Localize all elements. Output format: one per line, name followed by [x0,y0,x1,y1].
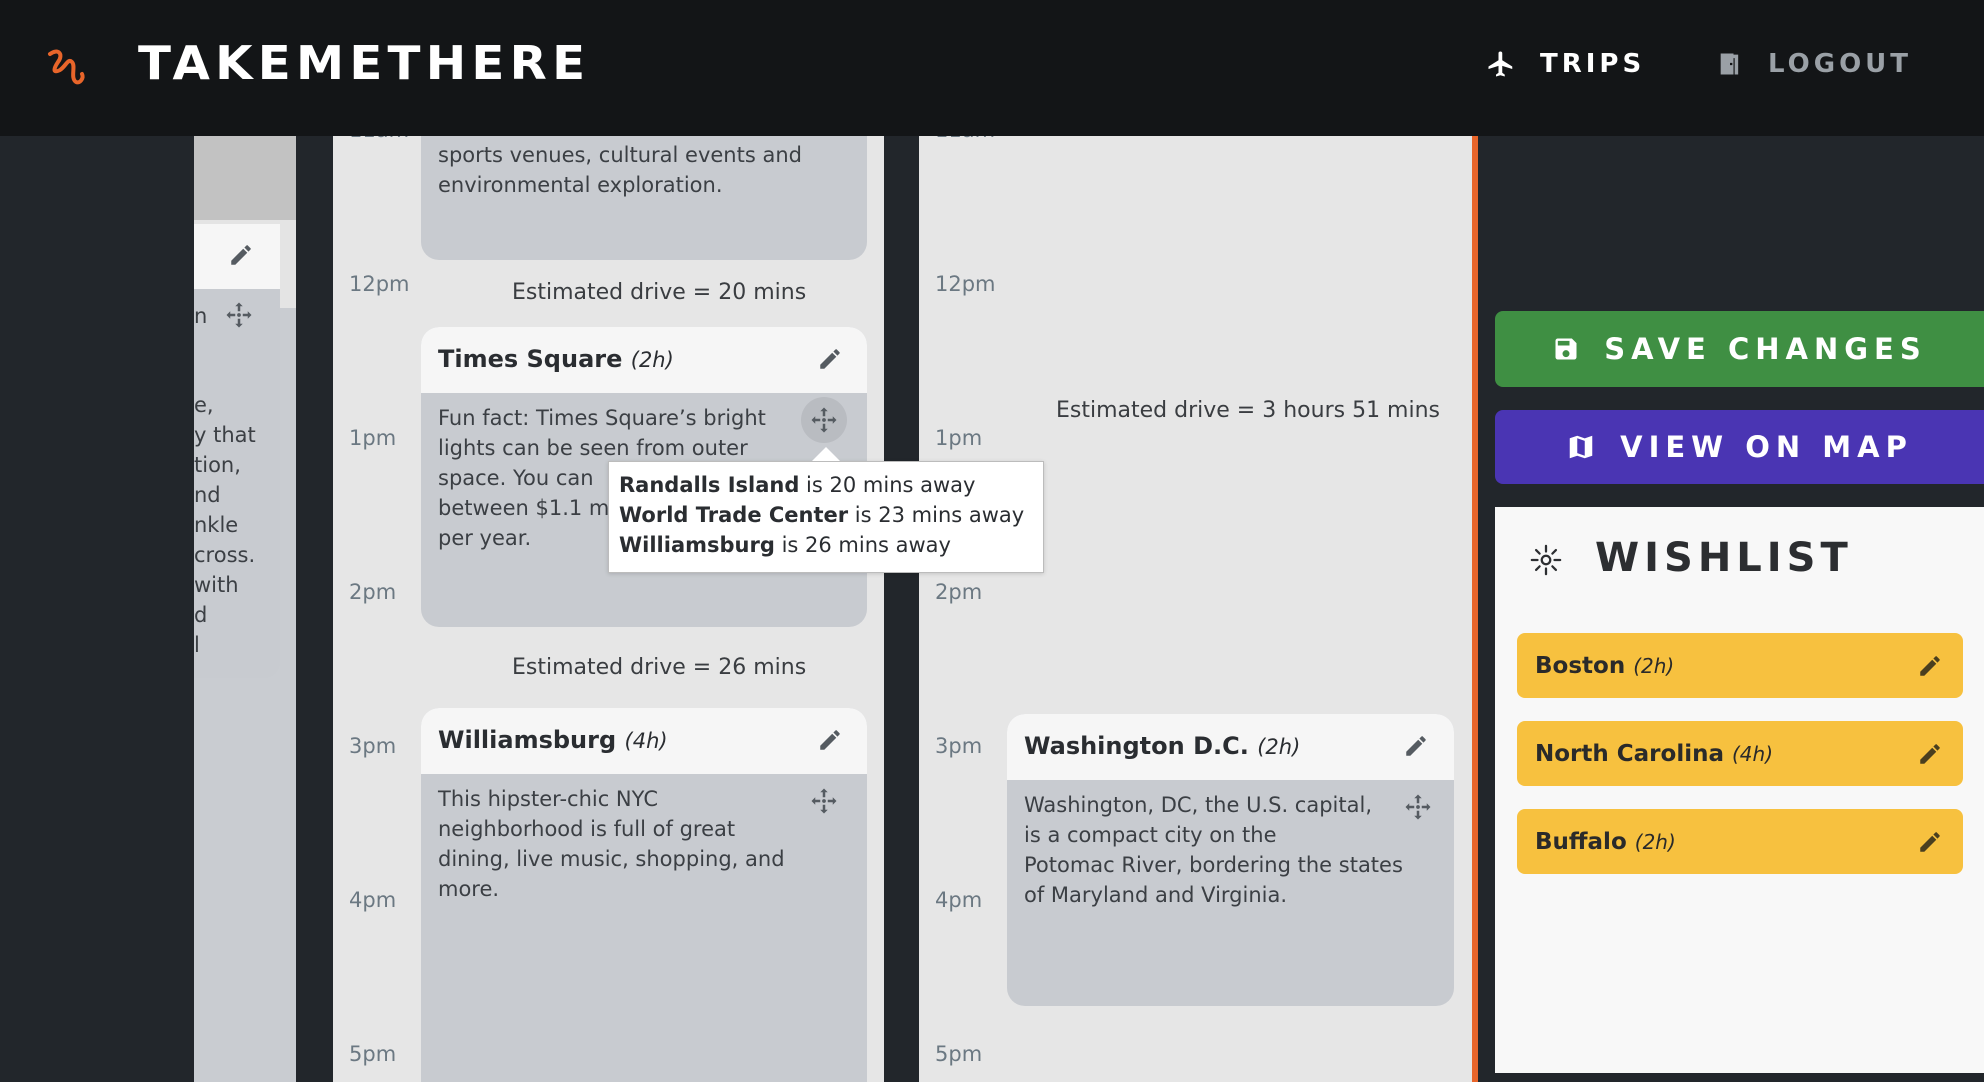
edit-pencil-icon[interactable] [228,242,254,268]
save-changes-button[interactable]: SAVE CHANGES [1495,311,1984,387]
time-label-11am: 11am [349,136,409,142]
wishlist-item-buffalo[interactable]: Buffalo (2h) [1517,809,1963,874]
save-changes-label: SAVE CHANGES [1604,332,1927,366]
time-label-2pm: 2pm [349,580,397,604]
time-label-4pm: 4pm [349,888,397,912]
time-label-1pm: 1pm [349,426,397,450]
time-label-3pm: 3pm [935,734,983,758]
tooltip-row: World Trade Center is 23 mins away [619,503,1025,527]
card-header [194,224,280,289]
partial-activity-card[interactable]: n e, y that tion, nd nkle cross. with d … [194,224,280,678]
airplane-icon [1488,51,1513,77]
nav-trips-label: TRIPS [1540,49,1646,79]
time-label-1pm: 1pm [935,426,983,450]
top-navbar: TAKEMETHERE TRIPS LOGOUT [0,0,1984,136]
view-on-map-button[interactable]: VIEW ON MAP [1495,410,1984,484]
nearby-places-tooltip: Randalls Island is 20 mins away World Tr… [608,461,1044,573]
day-column-2: 11am 12pm 1pm 2pm 3pm 4pm 5pm Estimated … [919,136,1472,1082]
time-label-3pm: 3pm [349,734,397,758]
card-header: Washington D.C. (2h) [1007,714,1454,780]
card-header: Williamsburg (4h) [421,708,867,774]
nav-trips[interactable]: TRIPS [1486,44,1645,84]
view-on-map-label: VIEW ON MAP [1620,430,1913,464]
move-icon[interactable] [224,300,254,330]
previous-day-column: n e, y that tion, nd nkle cross. with d … [194,136,296,1082]
estimated-drive-label: Estimated drive = 3 hours 51 mins [1056,398,1441,423]
floppy-disk-icon [1555,338,1577,360]
card-description: Washington, DC, the U.S. capital, is a c… [1024,793,1403,907]
tooltip-row: Randalls Island is 20 mins away [619,473,976,497]
wishlist-item-north-carolina[interactable]: North Carolina (4h) [1517,721,1963,786]
estimated-drive-label: Estimated drive = 20 mins [512,280,807,305]
time-label-2pm: 2pm [935,580,983,604]
brand-title[interactable]: TAKEMETHERE [138,36,590,90]
edit-pencil-icon[interactable] [1917,741,1943,767]
card-description: This hipster-chic NYC neighborhood is fu… [438,787,785,901]
edit-pencil-icon[interactable] [1403,733,1429,759]
move-icon[interactable] [809,405,839,435]
edit-pencil-icon[interactable] [817,727,843,753]
wishlist-title: WISHLIST [1595,535,1853,581]
card-header: Times Square (2h) [421,327,867,393]
activity-card-williamsburg[interactable]: Williamsburg (4h) This hipster-chic NYC … [421,708,867,1082]
card-description: sports venues, cultural events and envir… [438,143,802,197]
edit-pencil-icon[interactable] [817,346,843,372]
activity-card-previous[interactable]: sports venues, cultural events and envir… [421,136,867,260]
estimated-drive-label: Estimated drive = 26 mins [512,655,807,680]
move-icon[interactable] [809,786,839,816]
map-icon [1569,435,1593,459]
logo-icon[interactable] [44,44,88,88]
wishlist-item-boston[interactable]: Boston (2h) [1517,633,1963,698]
wishlist-item-label: Buffalo (2h) [1535,829,1676,855]
timeline-divider [1472,136,1478,1082]
door-icon [1720,53,1739,75]
time-label-5pm: 5pm [349,1042,397,1066]
wishlist-panel: WISHLIST Boston (2h) North Carolina (4h)… [1495,507,1984,1073]
tooltip-row: Williamsburg is 26 mins away [619,533,951,557]
edit-pencil-icon[interactable] [1917,829,1943,855]
time-label-12pm: 12pm [935,272,996,296]
time-label-4pm: 4pm [935,888,983,912]
card-title: Williamsburg (4h) [438,726,668,754]
sparkle-icon [1530,544,1562,576]
partial-card-description: e, y that tion, nd nkle cross. with d l [194,393,256,657]
time-label-11am: 11am [935,136,995,142]
tooltip-arrow [812,447,840,461]
nav-logout-label: LOGOUT [1768,49,1913,79]
day-column-1: 11am 12pm 1pm 2pm 3pm 4pm 5pm sports ven… [333,136,884,1082]
time-label-12pm: 12pm [349,272,410,296]
card-title: Washington D.C. (2h) [1024,732,1301,760]
wishlist-item-label: Boston (2h) [1535,653,1675,679]
edit-pencil-icon[interactable] [1917,653,1943,679]
activity-card-washington-dc[interactable]: Washington D.C. (2h) Washington, DC, the… [1007,714,1454,1006]
card-title: Times Square (2h) [438,345,674,373]
move-icon[interactable] [1403,792,1433,822]
wishlist-item-label: North Carolina (4h) [1535,741,1774,767]
partial-card-text: n [194,304,208,328]
nav-logout[interactable]: LOGOUT [1716,44,1912,84]
time-label-5pm: 5pm [935,1042,983,1066]
